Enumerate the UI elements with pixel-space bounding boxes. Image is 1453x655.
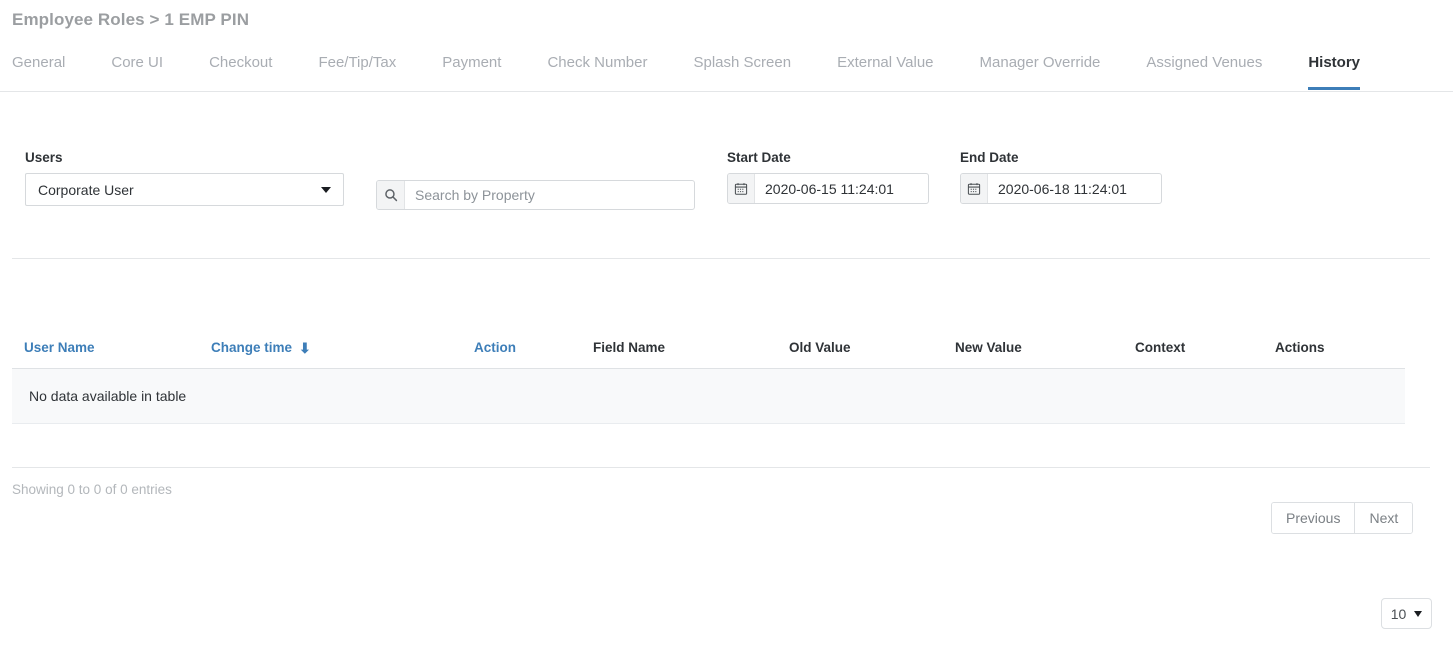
column-header-change-time-label: Change time <box>211 340 292 355</box>
entries-info: Showing 0 to 0 of 0 entries <box>12 482 172 497</box>
tab-payment[interactable]: Payment <box>442 48 501 90</box>
history-table: User Name Change time ⬇ Action Field Name… <box>0 332 1453 424</box>
property-search <box>376 180 695 210</box>
end-date-filter: End Date <box>960 150 1162 204</box>
tab-manager-override[interactable]: Manager Override <box>980 48 1101 90</box>
users-filter: Users Corporate User <box>25 150 344 206</box>
previous-page-button[interactable]: Previous <box>1272 503 1354 533</box>
next-page-button[interactable]: Next <box>1354 503 1412 533</box>
end-date-input[interactable] <box>988 174 1162 203</box>
search-wrapper <box>376 180 695 210</box>
column-header-context: Context <box>1135 340 1185 355</box>
search-input[interactable] <box>405 181 694 209</box>
users-select[interactable]: Corporate User <box>25 173 344 206</box>
search-icon[interactable] <box>377 181 405 209</box>
table-header-row: User Name Change time ⬇ Action Field Name… <box>12 332 1405 369</box>
history-page: Employee Roles > 1 EMP PIN General Core … <box>0 0 1453 655</box>
end-date-wrapper <box>960 173 1162 204</box>
end-date-label: End Date <box>960 150 1162 165</box>
tab-core-ui[interactable]: Core UI <box>111 48 163 90</box>
chevron-down-icon <box>321 187 331 193</box>
calendar-icon[interactable] <box>728 174 755 203</box>
tab-general[interactable]: General <box>12 48 65 90</box>
section-divider <box>12 258 1430 259</box>
table-empty-row: No data available in table <box>12 369 1405 424</box>
column-header-action[interactable]: Action <box>474 340 516 355</box>
column-header-user-name[interactable]: User Name <box>24 340 95 355</box>
users-label: Users <box>25 150 344 165</box>
table-empty-message: No data available in table <box>29 388 186 404</box>
tab-fee-tip-tax[interactable]: Fee/Tip/Tax <box>318 48 396 90</box>
page-size-select[interactable]: 10 <box>1381 598 1432 629</box>
tab-assigned-venues[interactable]: Assigned Venues <box>1146 48 1262 90</box>
arrow-down-icon: ⬇ <box>299 340 311 357</box>
column-header-change-time[interactable]: Change time ⬇ <box>211 340 311 357</box>
start-date-filter: Start Date <box>727 150 929 204</box>
tab-checkout[interactable]: Checkout <box>209 48 272 90</box>
chevron-down-icon <box>1414 611 1422 617</box>
start-date-input[interactable] <box>755 174 929 203</box>
column-header-actions: Actions <box>1275 340 1325 355</box>
tab-history[interactable]: History <box>1308 48 1360 90</box>
start-date-wrapper <box>727 173 929 204</box>
pagination: Previous Next <box>1271 502 1413 534</box>
tab-splash-screen[interactable]: Splash Screen <box>694 48 792 90</box>
column-header-new-value: New Value <box>955 340 1022 355</box>
start-date-label: Start Date <box>727 150 929 165</box>
column-header-old-value: Old Value <box>789 340 851 355</box>
tab-external-value[interactable]: External Value <box>837 48 933 90</box>
tab-check-number[interactable]: Check Number <box>547 48 647 90</box>
calendar-icon[interactable] <box>961 174 988 203</box>
breadcrumb: Employee Roles > 1 EMP PIN <box>12 10 249 30</box>
users-select-value: Corporate User <box>38 182 134 198</box>
page-size-value: 10 <box>1391 606 1407 622</box>
tab-bar: General Core UI Checkout Fee/Tip/Tax Pay… <box>0 48 1453 92</box>
table-footer-divider <box>12 467 1430 468</box>
column-header-field-name: Field Name <box>593 340 665 355</box>
